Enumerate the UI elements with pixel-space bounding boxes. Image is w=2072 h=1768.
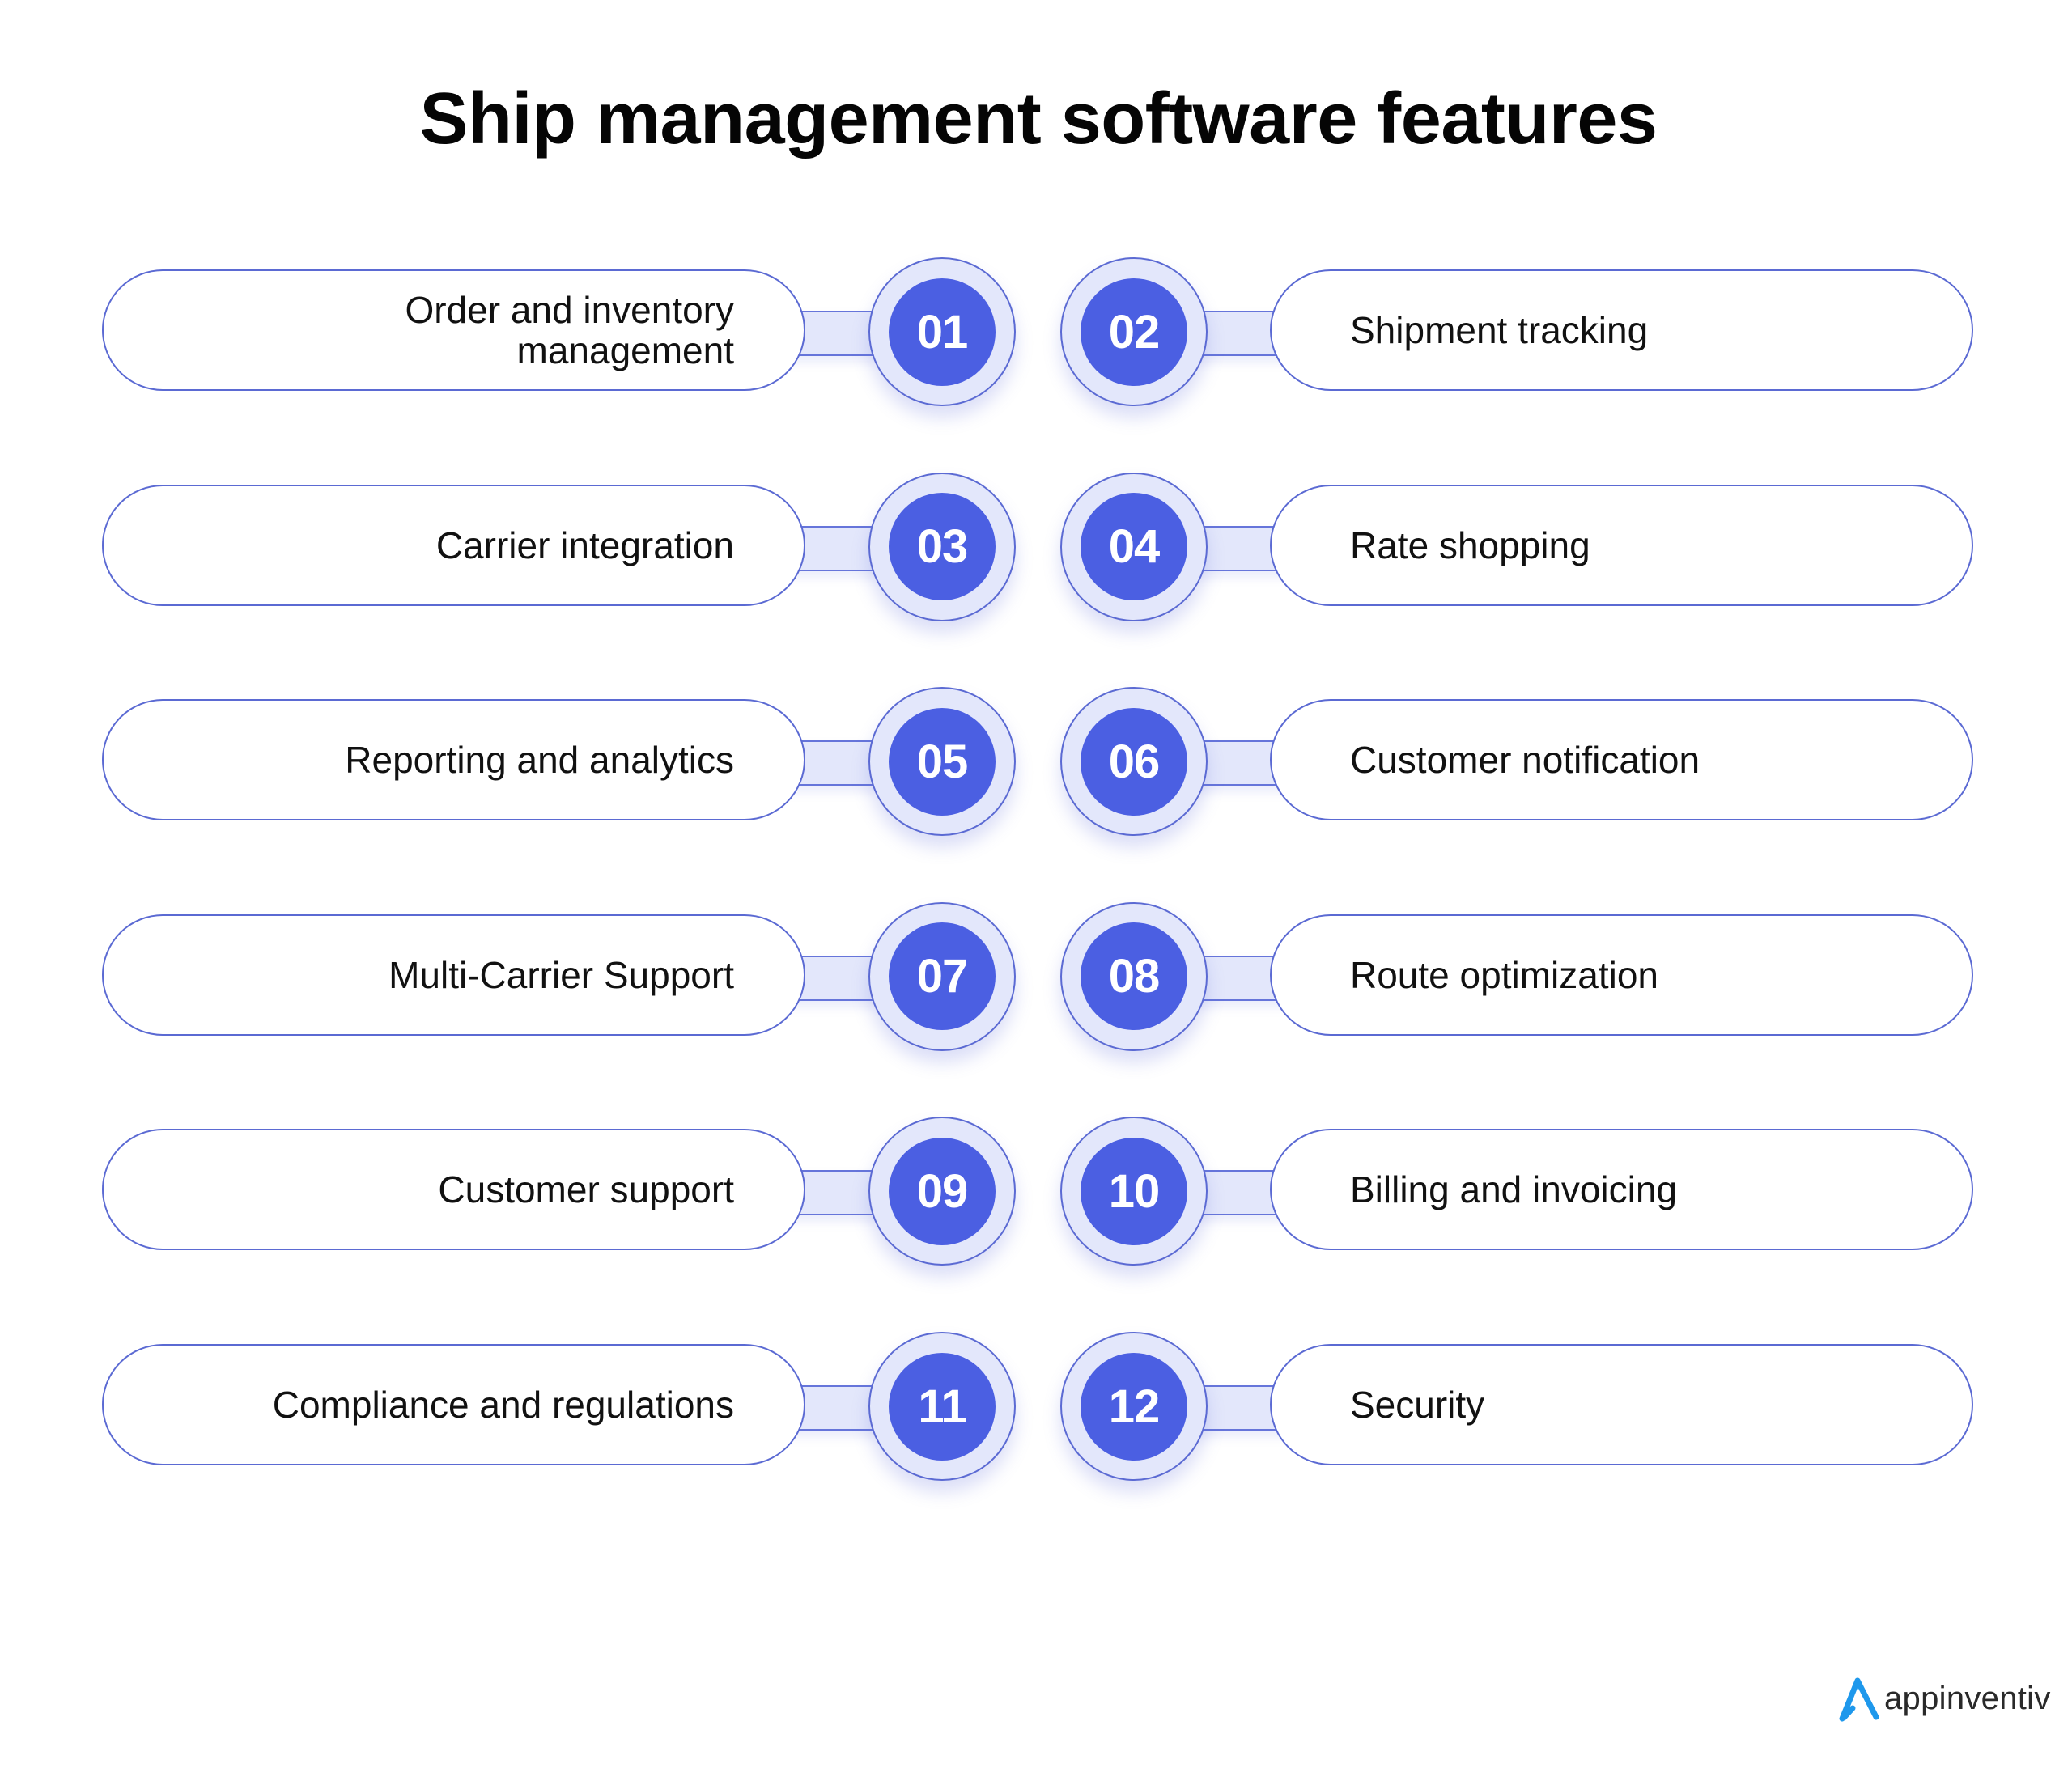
feature-number-badge: 09 — [868, 1117, 1016, 1266]
feature-label: Billing and invoicing — [1350, 1168, 1678, 1211]
feature-number-badge: 01 — [868, 257, 1016, 406]
feature-number-badge: 08 — [1060, 901, 1208, 1051]
feature-number: 02 — [1108, 305, 1161, 358]
feature-card: Reporting and analytics — [102, 699, 805, 821]
feature-label-line: Order and inventory — [405, 289, 734, 331]
feature-number: 06 — [1108, 735, 1161, 788]
feature-label: Multi-Carrier Support — [388, 953, 734, 996]
feature-label: Carrier integration — [435, 524, 734, 566]
feature-number-badge: 11 — [868, 1332, 1016, 1481]
feature-row: Carrier integration 03 Rate shopping 04 — [0, 472, 2072, 647]
feature-card: Security — [1270, 1344, 1973, 1465]
feature-number: 12 — [1108, 1380, 1161, 1433]
feature-label-line: management — [516, 329, 735, 371]
feature-number-badge: 05 — [868, 687, 1016, 837]
feature-label: Compliance and regulations — [272, 1384, 734, 1426]
feature-row: Multi-Carrier Support 07 Route optimizatio… — [0, 901, 2072, 1076]
feature-number-badge: 04 — [1060, 472, 1208, 621]
badge-inner-circle: 11 — [889, 1352, 996, 1461]
badge-inner-circle: 05 — [889, 707, 996, 816]
feature-card: Carrier integration — [102, 484, 805, 606]
feature-number: 05 — [916, 735, 969, 788]
brand-logo: appinventiv — [1836, 1673, 2051, 1723]
feature-number: 09 — [916, 1164, 969, 1218]
feature-number: 08 — [1108, 950, 1161, 1003]
feature-label: Rate shopping — [1350, 524, 1590, 566]
feature-row: Order and inventory management 01 Shipment … — [0, 257, 2072, 431]
badge-inner-circle: 01 — [889, 278, 996, 386]
feature-number: 01 — [916, 305, 969, 358]
feature-number: 11 — [918, 1380, 966, 1433]
page-title: Ship management software features — [419, 78, 1658, 159]
feature-card: Customer support — [102, 1129, 805, 1251]
feature-number-badge: 07 — [868, 901, 1016, 1051]
badge-inner-circle: 12 — [1081, 1352, 1187, 1461]
feature-card: Rate shopping — [1270, 484, 1973, 606]
badge-inner-circle: 04 — [1081, 493, 1187, 601]
badge-inner-circle: 08 — [1081, 922, 1187, 1031]
badge-inner-circle: 07 — [889, 922, 996, 1031]
badge-inner-circle: 06 — [1081, 707, 1187, 816]
feature-number: 10 — [1108, 1164, 1161, 1218]
feature-label: Order and inventory management — [405, 290, 734, 371]
feature-number-badge: 06 — [1060, 687, 1208, 837]
feature-number: 04 — [1108, 520, 1161, 574]
feature-card: Route optimization — [1270, 914, 1973, 1036]
badge-inner-circle: 09 — [889, 1137, 996, 1245]
feature-card: Customer notification — [1270, 699, 1973, 821]
appinventiv-logo-icon — [1839, 1677, 1879, 1722]
feature-label: Route optimization — [1350, 953, 1658, 996]
feature-card: Multi-Carrier Support — [102, 914, 805, 1036]
badge-inner-circle: 03 — [889, 493, 996, 601]
feature-number-badge: 02 — [1060, 257, 1208, 406]
feature-label: Customer notification — [1350, 739, 1700, 782]
brand-name: appinventiv — [1884, 1680, 2051, 1716]
feature-label: Customer support — [438, 1168, 734, 1211]
badge-inner-circle: 10 — [1081, 1137, 1187, 1245]
feature-row: Compliance and regulations 11 Security 12 — [0, 1332, 2072, 1506]
feature-number: 03 — [916, 520, 969, 574]
feature-card: Billing and invoicing — [1270, 1129, 1973, 1251]
feature-label: Shipment tracking — [1350, 309, 1649, 351]
feature-card: Shipment tracking — [1270, 269, 1973, 391]
feature-number-badge: 12 — [1060, 1332, 1208, 1481]
feature-number: 07 — [916, 950, 969, 1003]
feature-row: Reporting and analytics 05 Customer notifi… — [0, 687, 2072, 861]
feature-row: Customer support 09 Billing and invoicing 1… — [0, 1117, 2072, 1291]
feature-card: Compliance and regulations — [102, 1344, 805, 1465]
feature-card: Order and inventory management — [102, 269, 805, 391]
feature-label: Security — [1350, 1384, 1485, 1426]
feature-number-badge: 03 — [868, 472, 1016, 621]
feature-label: Reporting and analytics — [345, 739, 734, 782]
badge-inner-circle: 02 — [1081, 278, 1187, 386]
feature-number-badge: 10 — [1060, 1117, 1208, 1266]
